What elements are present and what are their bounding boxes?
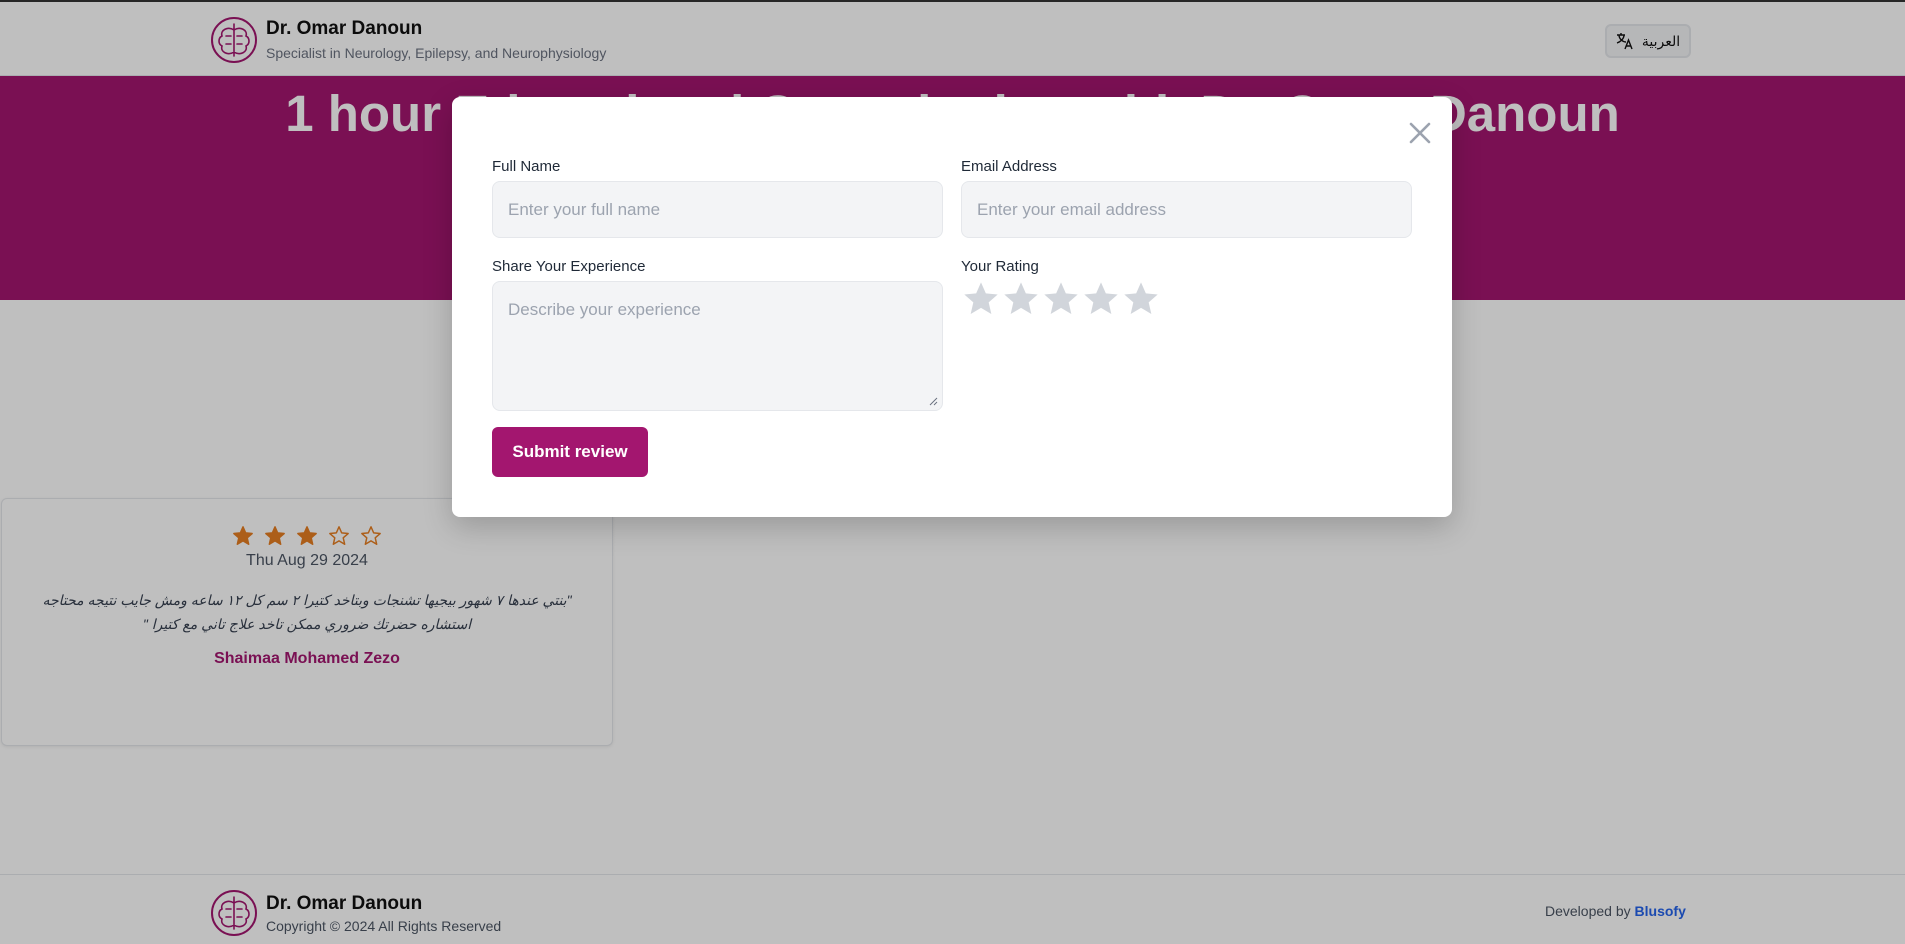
rating-star-icon[interactable] (1041, 279, 1081, 319)
experience-placeholder: Describe your experience (508, 300, 701, 319)
experience-label: Share Your Experience (492, 258, 646, 275)
full-name-placeholder: Enter your full name (508, 199, 661, 219)
email-placeholder: Enter your email address (977, 199, 1166, 219)
rating-label: Your Rating (961, 258, 1039, 275)
rating-star-icon[interactable] (1001, 279, 1041, 319)
experience-textarea[interactable]: Describe your experience (492, 281, 943, 411)
full-name-input[interactable]: Enter your full name (492, 181, 943, 238)
submit-review-button[interactable]: Submit review (492, 427, 648, 477)
email-input[interactable]: Enter your email address (961, 181, 1412, 238)
resize-handle-icon[interactable] (928, 396, 938, 406)
rating-input[interactable] (961, 279, 1161, 319)
email-label: Email Address (961, 158, 1057, 175)
rating-star-icon[interactable] (961, 279, 1001, 319)
review-modal: Full Name Enter your full name Email Add… (452, 97, 1452, 517)
close-icon[interactable] (1404, 117, 1436, 149)
rating-star-icon[interactable] (1121, 279, 1161, 319)
full-name-label: Full Name (492, 158, 561, 175)
rating-star-icon[interactable] (1081, 279, 1121, 319)
